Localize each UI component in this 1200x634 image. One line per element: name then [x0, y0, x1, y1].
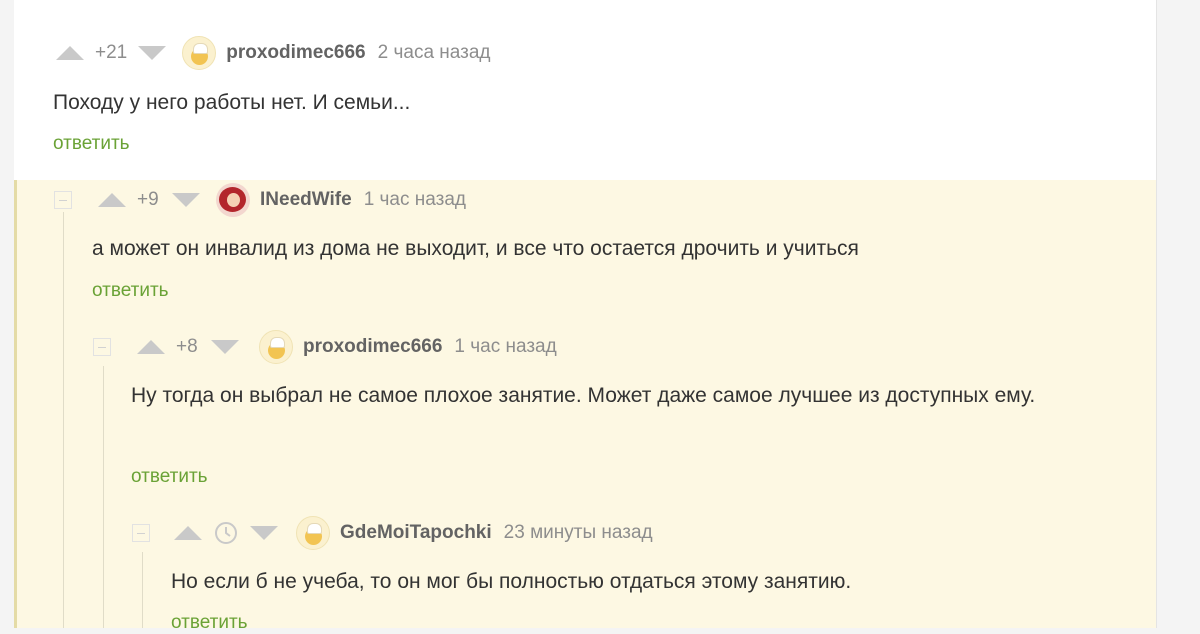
avatar[interactable]: [182, 36, 217, 70]
comment-time[interactable]: 2 часа назад: [378, 42, 491, 64]
reply-link[interactable]: ответить: [131, 466, 208, 488]
triangle-down-icon: [138, 46, 167, 60]
triangle-up-icon: [174, 526, 202, 540]
comment-author[interactable]: proxodimec666: [303, 336, 442, 358]
comment-time[interactable]: 1 час назад: [454, 336, 556, 358]
reply-link[interactable]: ответить: [171, 612, 248, 634]
triangle-down-icon: [172, 193, 200, 207]
triangle-down-icon: [211, 340, 239, 354]
comment-author[interactable]: proxodimec666: [226, 42, 365, 64]
comment-header: GdeMoiTapochki 23 минуты назад: [132, 516, 653, 550]
comment-rating: +21: [95, 42, 128, 63]
avatar[interactable]: [296, 516, 330, 550]
vote-up-button[interactable]: [135, 337, 167, 357]
comment-rating: +9: [137, 189, 159, 210]
minus-box-icon[interactable]: [54, 191, 72, 209]
comment-header: +8 proxodimec666 1 час назад: [93, 330, 557, 364]
comment-time[interactable]: 23 минуты назад: [504, 522, 653, 544]
vote-up-button[interactable]: [96, 190, 128, 210]
comment-text: Походу у него работы нет. И семьи...: [53, 91, 411, 114]
vote-down-button[interactable]: [136, 43, 168, 63]
avatar[interactable]: [216, 183, 250, 217]
comment-author[interactable]: INeedWife: [260, 189, 352, 211]
reply-link[interactable]: ответить: [92, 280, 169, 302]
vote-up-button[interactable]: [54, 43, 86, 63]
thread-line-level-3: [142, 552, 143, 628]
comment-header: +21 proxodimec666 2 часа назад: [54, 36, 491, 70]
comment-header: +9 INeedWife 1 час назад: [54, 183, 466, 217]
minus-box-icon[interactable]: [93, 338, 111, 356]
comment-text: Но если б не учеба, то он мог бы полност…: [171, 570, 852, 593]
vote-down-button[interactable]: [248, 523, 280, 543]
thread-line-level-2: [103, 366, 104, 628]
vote-up-button[interactable]: [172, 523, 204, 543]
comment-author[interactable]: GdeMoiTapochki: [340, 522, 492, 544]
minus-box-icon[interactable]: [132, 524, 150, 542]
triangle-up-icon: [137, 340, 165, 354]
triangle-down-icon: [250, 526, 278, 540]
thread-indent-bar: [14, 180, 17, 628]
avatar[interactable]: [259, 330, 293, 364]
thread-line-level-1: [63, 212, 64, 628]
vote-down-button[interactable]: [170, 190, 202, 210]
comment-text: а может он инвалид из дома не выходит, и…: [92, 237, 859, 260]
comment-text: Ну тогда он выбрал не самое плохое занят…: [131, 384, 1036, 407]
triangle-up-icon: [98, 193, 126, 207]
comment-rating: +8: [176, 336, 198, 357]
reply-link[interactable]: ответить: [53, 133, 130, 155]
triangle-up-icon: [56, 46, 84, 60]
clock-icon: [214, 521, 238, 545]
comment-time[interactable]: 1 час назад: [364, 189, 466, 211]
vote-down-button[interactable]: [209, 337, 241, 357]
